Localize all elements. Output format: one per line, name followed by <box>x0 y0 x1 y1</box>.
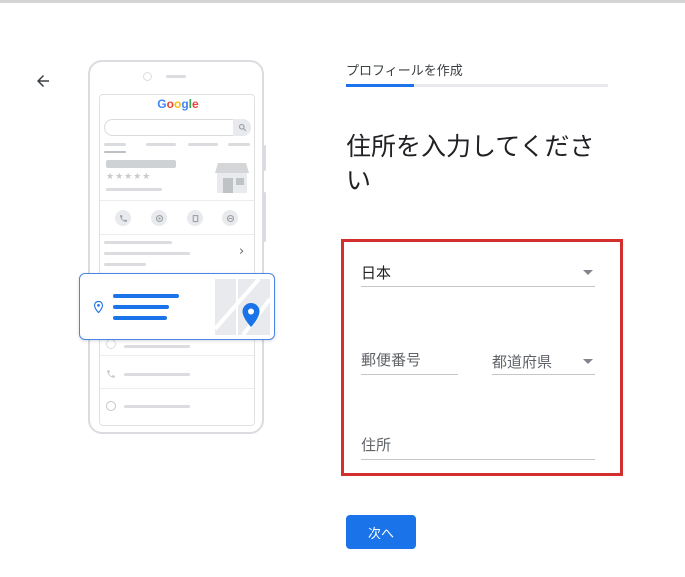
card-line <box>113 305 169 309</box>
card-line <box>113 316 167 320</box>
share-icon <box>222 210 238 226</box>
prefecture-placeholder: 都道府県 <box>492 353 553 371</box>
window-top-edge <box>0 0 685 3</box>
next-button[interactable]: 次へ <box>346 515 416 549</box>
postal-code-field[interactable]: 郵便番号 <box>361 349 458 375</box>
map-thumbnail <box>215 279 270 335</box>
back-button[interactable] <box>26 64 60 98</box>
mock-divider <box>100 234 254 235</box>
mock-divider <box>100 355 254 356</box>
mock-text-line <box>106 188 162 191</box>
progress-bar-fill <box>346 84 415 87</box>
storefront-icon <box>215 163 249 193</box>
google-logo: Google <box>157 97 199 111</box>
mock-text-line <box>124 373 190 376</box>
country-value: 日本 <box>361 264 392 282</box>
location-pin-icon <box>94 301 103 313</box>
progress-bar <box>346 84 608 87</box>
clock-icon <box>106 339 116 349</box>
directions-icon <box>151 210 167 226</box>
mock-tab-indicator <box>104 151 126 153</box>
mock-text-line <box>104 252 190 255</box>
mock-tab <box>228 143 250 146</box>
prefecture-select[interactable]: 都道府県 <box>492 351 595 375</box>
chevron-right-icon: › <box>239 244 245 259</box>
mock-divider <box>100 388 254 389</box>
mock-tab <box>188 143 218 146</box>
mock-tab <box>104 143 126 146</box>
phone-screen: Google ★★★★★ › <box>99 94 255 426</box>
address-card-illustration <box>79 273 275 340</box>
dropdown-caret-icon <box>583 359 593 364</box>
postal-code-placeholder: 郵便番号 <box>361 351 422 369</box>
mock-text-line <box>124 405 190 408</box>
mock-text-line <box>104 263 146 266</box>
page-title: 住所を入力してください <box>346 132 595 195</box>
phone-camera <box>143 72 152 81</box>
address-field[interactable]: 住所 <box>361 434 595 460</box>
back-arrow-icon <box>37 75 49 87</box>
mock-rating-stars: ★★★★★ <box>106 172 152 182</box>
step-label: プロフィールを作成 <box>346 64 463 79</box>
phone-side-button <box>263 145 266 171</box>
mock-text-line <box>124 345 190 348</box>
save-icon <box>187 210 203 226</box>
phone-side-button <box>263 192 266 242</box>
phone-icon <box>115 210 131 226</box>
globe-icon <box>106 401 116 411</box>
country-select[interactable]: 日本 <box>361 262 595 287</box>
mock-tab <box>146 143 176 146</box>
mock-search-box <box>104 119 251 136</box>
phone-speaker <box>166 75 186 78</box>
address-placeholder: 住所 <box>361 436 392 454</box>
mock-divider <box>100 200 254 201</box>
dropdown-caret-icon <box>583 270 593 275</box>
mock-business-name <box>106 160 176 168</box>
mock-text-line <box>104 241 172 244</box>
phone-icon <box>107 370 115 378</box>
card-line <box>113 294 179 298</box>
mock-search-icon <box>233 119 251 136</box>
